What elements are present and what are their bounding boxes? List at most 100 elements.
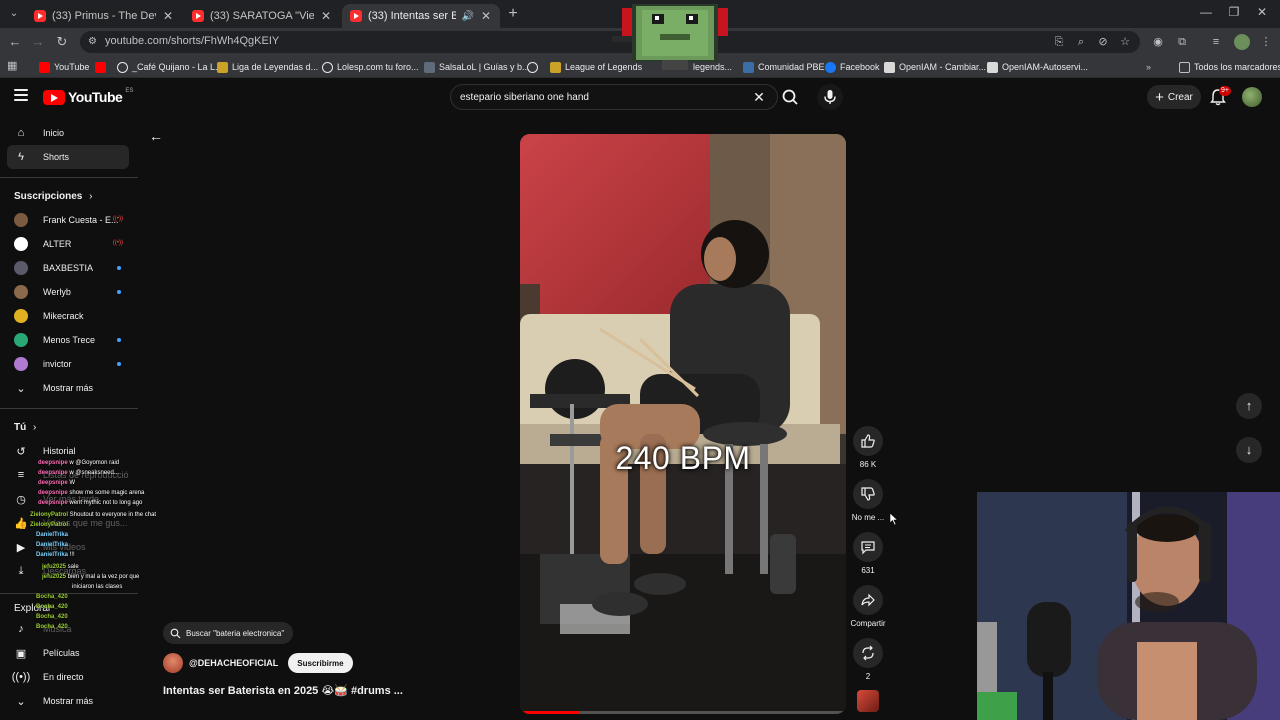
bookmark-globe[interactable] <box>527 60 538 74</box>
chat-username: Bocha_420 <box>36 594 68 600</box>
lol-icon <box>550 61 561 73</box>
all-bookmarks[interactable]: Todos los marcadores <box>1179 60 1280 74</box>
profile-avatar[interactable] <box>1234 34 1250 50</box>
new-tab-icon[interactable]: + <box>504 5 522 23</box>
speaker-icon[interactable]: 🔊 <box>462 11 474 22</box>
bookmark-openiam-autoservicio[interactable]: OpenIAM-Autoservi... <box>987 60 1088 74</box>
browser-tab-2[interactable]: (33) SARATOGA "Vientos De Gu ✕ <box>184 4 340 28</box>
youtube-favicon-icon <box>192 10 204 22</box>
tab-search-menu-icon[interactable]: ⌄ <box>6 6 22 22</box>
browser-menu-icon[interactable]: ⋮ <box>1258 34 1274 50</box>
home-icon: ⌂ <box>17 127 25 139</box>
account-avatar[interactable] <box>1242 87 1262 107</box>
sidebar-item-en-directo[interactable]: ((•)) En directo <box>7 665 129 689</box>
tab-close-icon[interactable]: ✕ <box>480 9 492 23</box>
apps-grid-icon[interactable]: ▦ <box>7 60 19 72</box>
channel-name[interactable]: @DEHACHEOFICIAL <box>189 658 278 668</box>
sound-thumbnail[interactable] <box>857 690 879 712</box>
browser-tab-3-active[interactable]: (33) Intentas ser Baterista e 🔊 ✕ <box>342 4 500 28</box>
dislike-label: No me ... <box>851 513 885 522</box>
remix-button[interactable]: 2 <box>849 638 887 681</box>
previous-short-button[interactable]: ↑ <box>1236 393 1262 419</box>
restore-icon[interactable]: ❐ <box>1226 5 1242 19</box>
browser-tab-1[interactable]: (33) Primus - The Devil Went D ✕ <box>26 4 182 28</box>
create-button[interactable]: + Crear <box>1147 85 1201 109</box>
media-controls-icon[interactable]: ≡ <box>1208 34 1224 50</box>
chat-message: jefu2025 sale <box>42 564 79 570</box>
youtube-logo[interactable]: YouTube ES <box>43 88 133 105</box>
sidebar-item-subscription[interactable]: ALTER ((•)) <box>7 232 129 256</box>
globe-icon <box>117 61 128 73</box>
chat-username: deepsnipe <box>38 480 68 486</box>
you-heading[interactable]: Tú › <box>14 422 36 433</box>
short-title[interactable]: Intentas ser Baterista en 2025 😭🥁 #drums… <box>163 684 403 697</box>
bookmark-cafe-quijano[interactable]: _Café Quijano - La L... <box>117 60 223 74</box>
sidebar-item-subscription[interactable]: BAXBESTIA <box>7 256 129 280</box>
bookmark-liga-leyendas[interactable]: Liga de Leyendas d... <box>217 60 318 74</box>
chat-message: deepsnipe w @sneaksneed... <box>38 470 119 476</box>
bookmark-youtube-2[interactable] <box>95 60 106 74</box>
extensions-puzzle-icon[interactable]: ⧉ <box>1174 34 1190 50</box>
video-progress-bar[interactable] <box>520 711 846 714</box>
channel-row: @DEHACHEOFICIAL Suscribirme <box>163 651 353 675</box>
remix-icon <box>862 645 874 661</box>
sidebar-item-subscription[interactable]: invictor <box>7 352 129 376</box>
share-button[interactable]: Compartir <box>849 585 887 628</box>
close-window-icon[interactable]: ✕ <box>1254 5 1270 19</box>
search-input[interactable]: estepario siberiano one hand ✕ <box>450 84 778 110</box>
sidebar-item-inicio[interactable]: ⌂ Inicio <box>7 121 129 145</box>
minimize-icon[interactable]: — <box>1198 5 1214 19</box>
bookmark-salsalol[interactable]: SalsaLoL | Guías y b... <box>424 60 530 74</box>
back-arrow-icon[interactable]: ← <box>147 128 165 144</box>
next-short-button[interactable]: ↓ <box>1236 437 1262 463</box>
like-button[interactable]: 86 K <box>849 426 887 469</box>
address-bar[interactable]: ⚙ youtube.com/shorts/FhWh4QgKEIY ⎘ ⌕ ⊘ ☆ <box>80 31 1140 53</box>
bookmark-lolesp[interactable]: Lolesp.com tu foro... <box>322 60 419 74</box>
subscribe-button[interactable]: Suscribirme <box>288 653 353 673</box>
tab-close-icon[interactable]: ✕ <box>320 9 332 23</box>
live-indicator-icon: ((•)) <box>112 216 123 222</box>
chat-username: jefu2025 <box>42 564 67 570</box>
search-suggestion-chip[interactable]: Buscar "bateria electronica" <box>163 622 294 644</box>
chat-username: deepsnipe <box>38 460 68 466</box>
install-app-icon[interactable]: ⎘ <box>1052 35 1066 49</box>
comments-button[interactable]: 631 <box>849 532 887 575</box>
eye-off-icon[interactable]: ⊘ <box>1096 35 1110 49</box>
chevron-down-icon: ⌄ <box>16 382 26 395</box>
dislike-button[interactable]: No me ... <box>849 479 887 522</box>
channel-avatar[interactable] <box>163 653 183 673</box>
sidebar-item-shorts[interactable]: ϟ Shorts <box>7 145 129 169</box>
sidebar-item-peliculas[interactable]: ▣ Películas <box>7 641 129 665</box>
sidebar-item-show-more-2[interactable]: ⌄ Mostrar más <box>7 689 129 713</box>
tab-close-icon[interactable]: ✕ <box>162 9 174 23</box>
clear-search-icon[interactable]: ✕ <box>751 89 767 105</box>
tab-title: (33) SARATOGA "Vientos De Gu <box>210 10 314 22</box>
voice-search-button[interactable] <box>817 84 843 110</box>
sidebar-item-subscription[interactable]: Werlyb <box>7 280 129 304</box>
reload-icon[interactable]: ↻ <box>53 33 71 51</box>
bookmarks-overflow-icon[interactable]: » <box>1146 60 1151 74</box>
sidebar-item-subscription[interactable]: Menos Trece <box>7 328 129 352</box>
sidebar-item-subscription[interactable]: Mikecrack <box>7 304 129 328</box>
bookmark-openiam-cambiar[interactable]: OpenIAM - Cambiar... <box>884 60 986 74</box>
site-info-icon[interactable]: ⚙ <box>88 36 100 48</box>
menu-icon[interactable] <box>14 89 28 104</box>
mouse-cursor-icon <box>890 513 898 525</box>
search-icon[interactable] <box>779 84 801 110</box>
sidebar-item-subscription[interactable]: Frank Cuesta - E... ((•)) <box>7 208 129 232</box>
short-video-player[interactable]: 240 BPM <box>520 134 846 714</box>
sidebar-item-show-more[interactable]: ⌄ Mostrar más <box>7 376 129 400</box>
back-icon[interactable]: ← <box>6 33 24 51</box>
bookmark-comunidad-pbe[interactable]: Comunidad PBE <box>743 60 825 74</box>
bookmark-star-icon[interactable]: ☆ <box>1118 35 1132 49</box>
bookmark-youtube[interactable]: YouTube <box>39 60 89 74</box>
bookmark-facebook[interactable]: Facebook <box>825 60 880 74</box>
zoom-icon[interactable]: ⌕ <box>1074 35 1088 49</box>
pbe-icon <box>743 61 754 73</box>
comment-icon <box>861 541 875 555</box>
chat-username: ZielonyPatrol <box>30 512 69 518</box>
extension-circle-icon[interactable]: ◉ <box>1150 34 1166 50</box>
subscriptions-heading[interactable]: Suscripciones › <box>14 191 92 202</box>
forward-icon[interactable]: → <box>29 33 47 51</box>
globe-icon <box>322 61 333 73</box>
